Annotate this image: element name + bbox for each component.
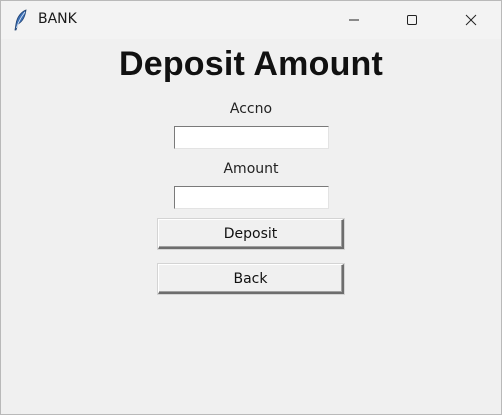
deposit-form: Deposit Amount Accno Amount Deposit Back [1, 39, 501, 414]
close-icon [465, 11, 477, 30]
back-button[interactable]: Back [158, 264, 344, 294]
maximize-button[interactable] [389, 1, 435, 39]
deposit-button[interactable]: Deposit [158, 219, 344, 249]
close-button[interactable] [448, 1, 494, 39]
minimize-button[interactable] [331, 1, 377, 39]
app-window: BANK Deposit Amount Accno Amount Deposit… [0, 0, 502, 415]
title-bar[interactable]: BANK [1, 1, 501, 39]
minimize-icon [348, 11, 360, 30]
amount-label: Amount [223, 161, 279, 177]
maximize-icon [406, 11, 418, 30]
feather-icon [13, 9, 29, 31]
window-title: BANK [38, 11, 77, 27]
amount-input[interactable] [174, 186, 329, 209]
page-title: Deposit Amount [118, 45, 384, 83]
accno-label: Accno [229, 101, 273, 117]
accno-input[interactable] [174, 126, 329, 149]
